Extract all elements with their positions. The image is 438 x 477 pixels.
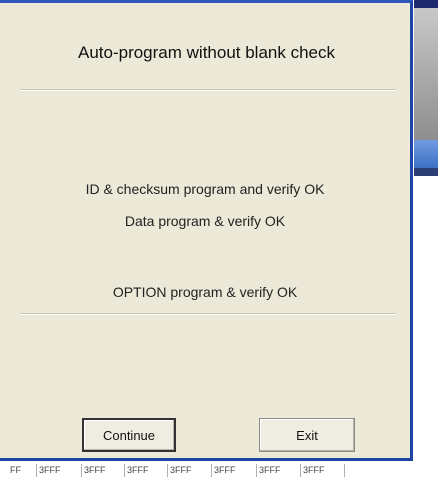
bottom-separator: [20, 313, 396, 315]
exit-button[interactable]: Exit: [259, 418, 355, 452]
background-panel: [414, 8, 438, 140]
top-separator: [20, 89, 396, 91]
status-cell: FF: [10, 465, 21, 475]
id-checksum-status-message: ID & checksum program and verify OK: [85, 181, 325, 197]
status-cell: 3FFF: [81, 464, 106, 477]
status-cell-divider: [344, 464, 348, 477]
status-cell: 3FFF: [124, 464, 149, 477]
dialog-title: Auto-program without blank check: [77, 43, 336, 62]
background-window-edge: [414, 0, 438, 466]
background-highlight-band: [414, 140, 438, 168]
status-bar: FF 3FFF 3FFF 3FFF 3FFF 3FFF 3FFF 3FFF: [0, 464, 438, 477]
status-cell: 3FFF: [167, 464, 192, 477]
status-cell: 3FFF: [300, 464, 325, 477]
background-title-strip: [414, 0, 438, 8]
data-status-message: Data program & verify OK: [124, 213, 286, 229]
continue-button[interactable]: Continue: [82, 418, 176, 452]
status-cell: 3FFF: [256, 464, 281, 477]
background-dark-band: [414, 168, 438, 176]
auto-program-dialog: Auto-program without blank check ID & ch…: [0, 0, 413, 461]
status-cell: 3FFF: [211, 464, 236, 477]
option-status-message: OPTION program & verify OK: [112, 284, 298, 300]
status-cell: 3FFF: [36, 464, 61, 477]
